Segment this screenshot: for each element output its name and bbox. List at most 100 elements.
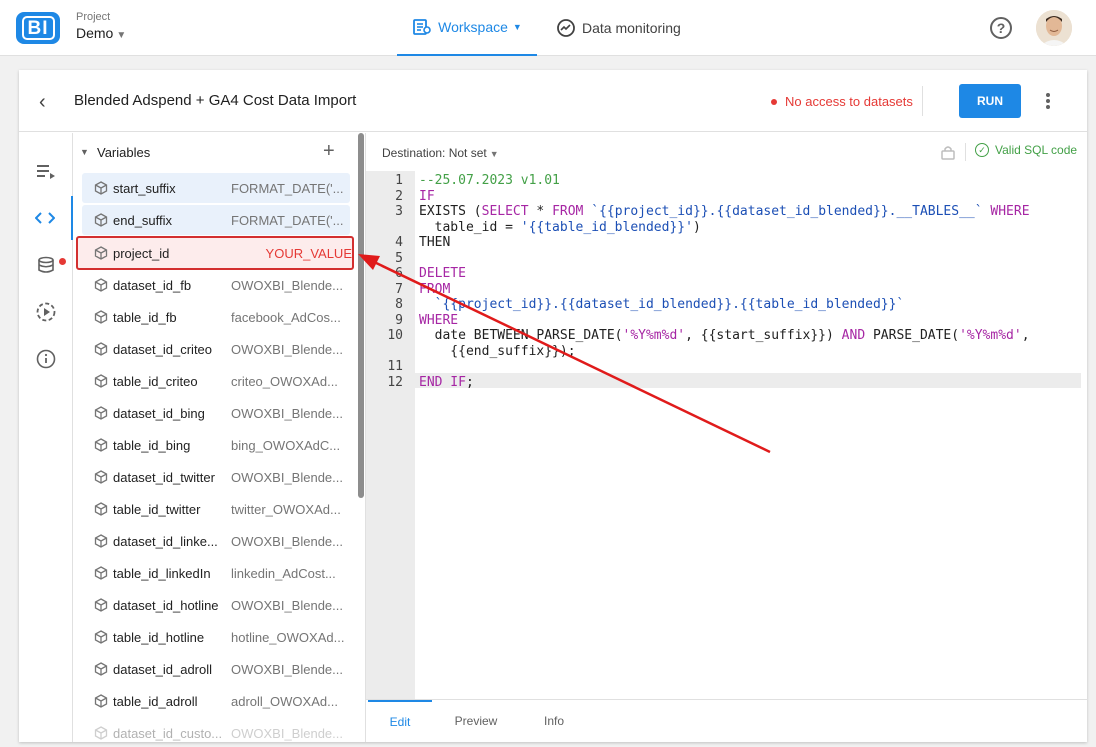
code-line: IF <box>419 188 435 204</box>
variable-value: twitter_OWOXAd... <box>231 501 341 517</box>
variable-name: table_id_linkedIn <box>113 565 211 581</box>
check-circle-icon: ✓ <box>975 143 989 157</box>
variable-row[interactable]: table_id_hotline hotline_OWOXAd... <box>82 622 350 652</box>
divider <box>965 143 966 161</box>
variable-value: YOUR_VALUE <box>265 245 352 261</box>
tab-edit[interactable]: Edit <box>368 700 432 742</box>
user-avatar-icon <box>1036 10 1072 46</box>
variable-cube-icon <box>94 278 108 292</box>
variables-scrollbar[interactable] <box>358 133 364 498</box>
caret-down-icon: ▼ <box>512 22 522 32</box>
variable-value: FORMAT_DATE('... <box>231 180 344 196</box>
variable-value: adroll_OWOXAd... <box>231 693 338 709</box>
variable-value: OWOXBI_Blende... <box>231 277 343 293</box>
variable-row[interactable]: dataset_id_fb OWOXBI_Blende... <box>82 270 350 300</box>
editor-header: Destination: Not set ▼ ✓ Valid SQL code <box>366 133 1088 171</box>
variables-header[interactable]: ▼ Variables + <box>74 133 364 171</box>
app-logo[interactable]: BI <box>16 12 60 44</box>
variable-row[interactable]: dataset_id_linke... OWOXBI_Blende... <box>82 526 350 556</box>
variable-value: OWOXBI_Blende... <box>231 597 343 613</box>
line-number: 1 <box>395 173 403 188</box>
code-icon <box>35 212 55 224</box>
line-number: 12 <box>387 374 403 390</box>
variable-cube-icon <box>94 181 108 195</box>
variable-name: dataset_id_criteo <box>113 341 213 357</box>
more-vert-icon[interactable] <box>1041 90 1055 112</box>
code-line: EXISTS (SELECT * FROM `{{project_id}}.{{… <box>419 204 1030 219</box>
variable-row[interactable]: table_id_twitter twitter_OWOXAd... <box>82 494 350 524</box>
variable-cube-icon <box>94 438 108 452</box>
sql-editor: Destination: Not set ▼ ✓ Valid SQL code 12… <box>365 133 1088 742</box>
variable-cube-icon <box>94 630 108 644</box>
variable-row[interactable]: dataset_id_criteo OWOXBI_Blende... <box>82 334 350 364</box>
variable-name: table_id_hotline <box>113 629 205 645</box>
variable-row[interactable]: project_id YOUR_VALUE <box>76 236 354 270</box>
variable-row[interactable]: start_suffix FORMAT_DATE('... <box>82 173 350 203</box>
back-icon[interactable]: ‹ <box>39 91 46 114</box>
top-bar: BI Project Demo ▼ Workspace ▼ Data monitor… <box>0 0 1096 56</box>
variable-value: facebook_AdCos... <box>231 309 341 325</box>
variable-row[interactable]: dataset_id_custo... OWOXBI_Blende... <box>82 718 350 742</box>
variable-name: start_suffix <box>113 180 176 196</box>
rail-item-datasets[interactable] <box>19 243 73 287</box>
code-line: --25.07.2023 v1.01 <box>419 173 560 188</box>
variable-row[interactable]: table_id_adroll adroll_OWOXAd... <box>82 686 350 716</box>
variable-name: dataset_id_bing <box>113 405 205 421</box>
info-icon <box>36 349 56 369</box>
variable-row[interactable]: end_suffix FORMAT_DATE('... <box>82 205 350 235</box>
lock-icon <box>941 146 955 160</box>
variable-row[interactable]: table_id_bing bing_OWOXAdC... <box>82 430 350 460</box>
add-variable-icon[interactable]: + <box>323 140 335 163</box>
tab-preview[interactable]: Preview <box>446 700 506 742</box>
project-selector[interactable]: Project Demo ▼ <box>76 11 126 41</box>
variable-cube-icon <box>94 694 108 708</box>
current-line-highlight <box>415 373 1081 388</box>
variable-name: table_id_adroll <box>113 693 198 709</box>
variable-value: OWOXBI_Blende... <box>231 469 343 485</box>
tab-data-monitoring[interactable]: Data monitoring <box>556 0 681 56</box>
variable-row[interactable]: table_id_criteo criteo_OWOXAd... <box>82 366 350 396</box>
variable-cube-icon <box>94 502 108 516</box>
variable-row[interactable]: dataset_id_hotline OWOXBI_Blende... <box>82 590 350 620</box>
variable-value: FORMAT_DATE('... <box>231 212 344 228</box>
code-area[interactable]: 1 2 3 4 5 6 7 8 9 10 11 12 --25.07.2023 v1.01 IF EX… <box>366 171 1081 699</box>
code-line: END IF; <box>419 374 474 390</box>
variable-row[interactable]: dataset_id_bing OWOXBI_Blende... <box>82 398 350 428</box>
destination-selector[interactable]: Destination: Not set ▼ <box>382 146 499 160</box>
rail-item-code[interactable] <box>19 196 73 240</box>
variable-value: OWOXBI_Blende... <box>231 661 343 677</box>
variable-row[interactable]: dataset_id_adroll OWOXBI_Blende... <box>82 654 350 684</box>
project-name[interactable]: Demo ▼ <box>76 25 126 41</box>
help-icon[interactable]: ? <box>990 17 1012 39</box>
variable-cube-icon <box>94 246 108 260</box>
workspace-icon <box>413 19 431 35</box>
avatar[interactable] <box>1036 10 1072 46</box>
variable-cube-icon <box>94 662 108 676</box>
variable-name: dataset_id_adroll <box>113 661 213 677</box>
collapse-caret-icon[interactable]: ▼ <box>80 147 89 157</box>
code-line: DELETE <box>419 266 466 281</box>
variable-cube-icon <box>94 598 108 612</box>
variable-value: OWOXBI_Blende... <box>231 341 343 357</box>
rail-item-schedule[interactable] <box>19 290 73 334</box>
variable-name: table_id_fb <box>113 309 177 325</box>
caret-down-icon: ▼ <box>116 30 127 41</box>
variable-row[interactable]: dataset_id_twitter OWOXBI_Blende... <box>82 462 350 492</box>
variable-name: table_id_criteo <box>113 373 198 389</box>
variable-row[interactable]: table_id_linkedIn linkedin_AdCost... <box>82 558 350 588</box>
code-line: `{{project_id}}.{{dataset_id_blended}}.{… <box>434 297 905 312</box>
variable-value: OWOXBI_Blende... <box>231 405 343 421</box>
tab-info[interactable]: Info <box>534 700 574 742</box>
run-button[interactable]: RUN <box>959 84 1021 118</box>
variable-cube-icon <box>94 374 108 388</box>
rail-item-info[interactable] <box>19 337 73 381</box>
warning-dot-icon <box>771 98 777 105</box>
rail-item-description[interactable] <box>19 149 73 193</box>
code-line: THEN <box>419 235 451 250</box>
variable-value: criteo_OWOXAd... <box>231 373 338 389</box>
line-number: 2 <box>395 188 403 204</box>
variable-cube-icon <box>94 310 108 324</box>
valid-sql-status: ✓ Valid SQL code <box>975 143 1077 157</box>
variable-row[interactable]: table_id_fb facebook_AdCos... <box>82 302 350 332</box>
tab-workspace[interactable]: Workspace ▼ <box>397 0 537 56</box>
